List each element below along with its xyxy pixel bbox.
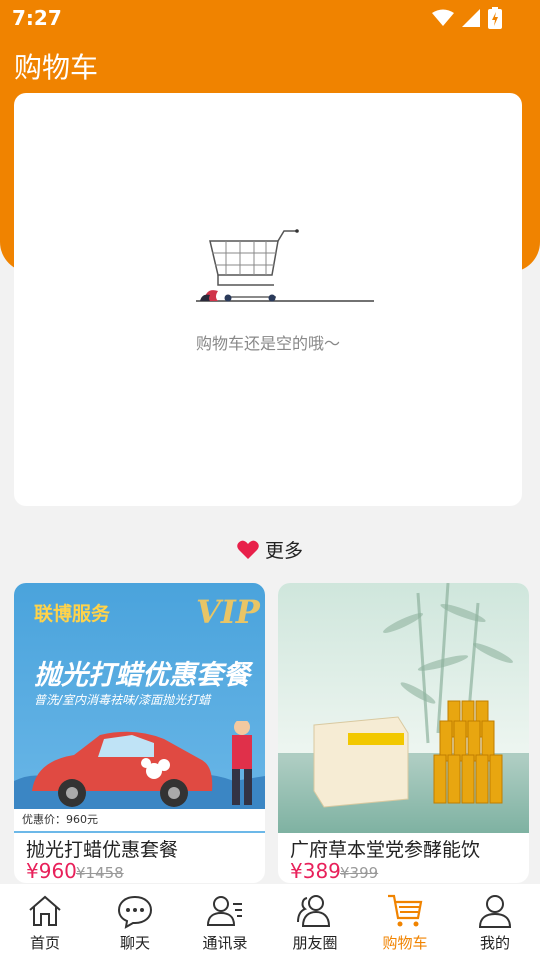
more-section-header: 更多 [0, 536, 540, 563]
tab-friends[interactable]: 朋友圈 [270, 884, 360, 960]
tab-label: 通讯录 [202, 934, 248, 952]
heart-icon [237, 540, 259, 559]
banner-brand: 联博服务 [34, 603, 111, 625]
tab-contacts[interactable]: 通讯录 [180, 884, 270, 960]
tab-home[interactable]: 首页 [0, 884, 90, 960]
profile-icon [478, 895, 512, 928]
tab-label: 首页 [29, 934, 60, 952]
cart-icon [388, 894, 423, 927]
banner-vip: VIP [196, 593, 260, 631]
chat-icon [117, 895, 153, 929]
product-original-price: ¥1458 [76, 864, 124, 882]
car-illustration [14, 721, 265, 809]
status-icons [432, 7, 502, 29]
status-time: 7:27 [12, 6, 62, 30]
empty-cart-message: 购物车还是空的哦～ [195, 334, 340, 353]
tab-label: 朋友圈 [292, 934, 338, 952]
tab-label: 购物车 [382, 934, 428, 952]
page-title: 购物车 [14, 51, 99, 84]
bottom-tab-bar: 首页 聊天 通讯录 朋友圈 购物车 我的 [0, 884, 540, 960]
banner-title: 抛光打蜡优惠套餐 [34, 660, 250, 691]
tab-label: 我的 [479, 934, 510, 952]
product-original-price: ¥399 [340, 864, 379, 882]
empty-cart-illustration [196, 229, 374, 302]
tab-cart[interactable]: 购物车 [360, 884, 450, 960]
tab-chat[interactable]: 聊天 [90, 884, 180, 960]
product-name: 广府草本堂党参酵能饮 [290, 839, 481, 861]
battery-icon [488, 7, 502, 29]
wifi-icon [432, 9, 454, 26]
tab-label: 聊天 [119, 934, 150, 952]
product-price: ¥389 [290, 859, 341, 883]
signal-icon [462, 9, 480, 27]
product-name: 抛光打蜡优惠套餐 [26, 839, 179, 861]
banner-price-tag: 优惠价：960元 [14, 809, 265, 831]
product-card[interactable]: 广府草本堂党参酵能饮 ¥389 ¥399 [278, 583, 529, 883]
tab-profile[interactable]: 我的 [450, 884, 540, 960]
more-label: 更多 [264, 540, 303, 562]
status-bar: 7:27 [0, 0, 540, 36]
home-icon [29, 895, 61, 926]
product-price: ¥960 [26, 859, 77, 883]
bamboo-illustration [278, 583, 529, 833]
product-image: 联博服务 VIP 抛光打蜡优惠套餐 普洗/室内消毒祛味/漆面抛光打蜡 优惠价：9… [14, 583, 265, 833]
banner-subtitle: 普洗/室内消毒祛味/漆面抛光打蜡 [34, 693, 211, 707]
contacts-icon [206, 896, 242, 926]
product-image [278, 583, 529, 833]
friends-icon [297, 895, 331, 927]
empty-cart-card: 购物车还是空的哦～ [14, 93, 522, 506]
product-card[interactable]: 联博服务 VIP 抛光打蜡优惠套餐 普洗/室内消毒祛味/漆面抛光打蜡 优惠价：9… [14, 583, 265, 883]
